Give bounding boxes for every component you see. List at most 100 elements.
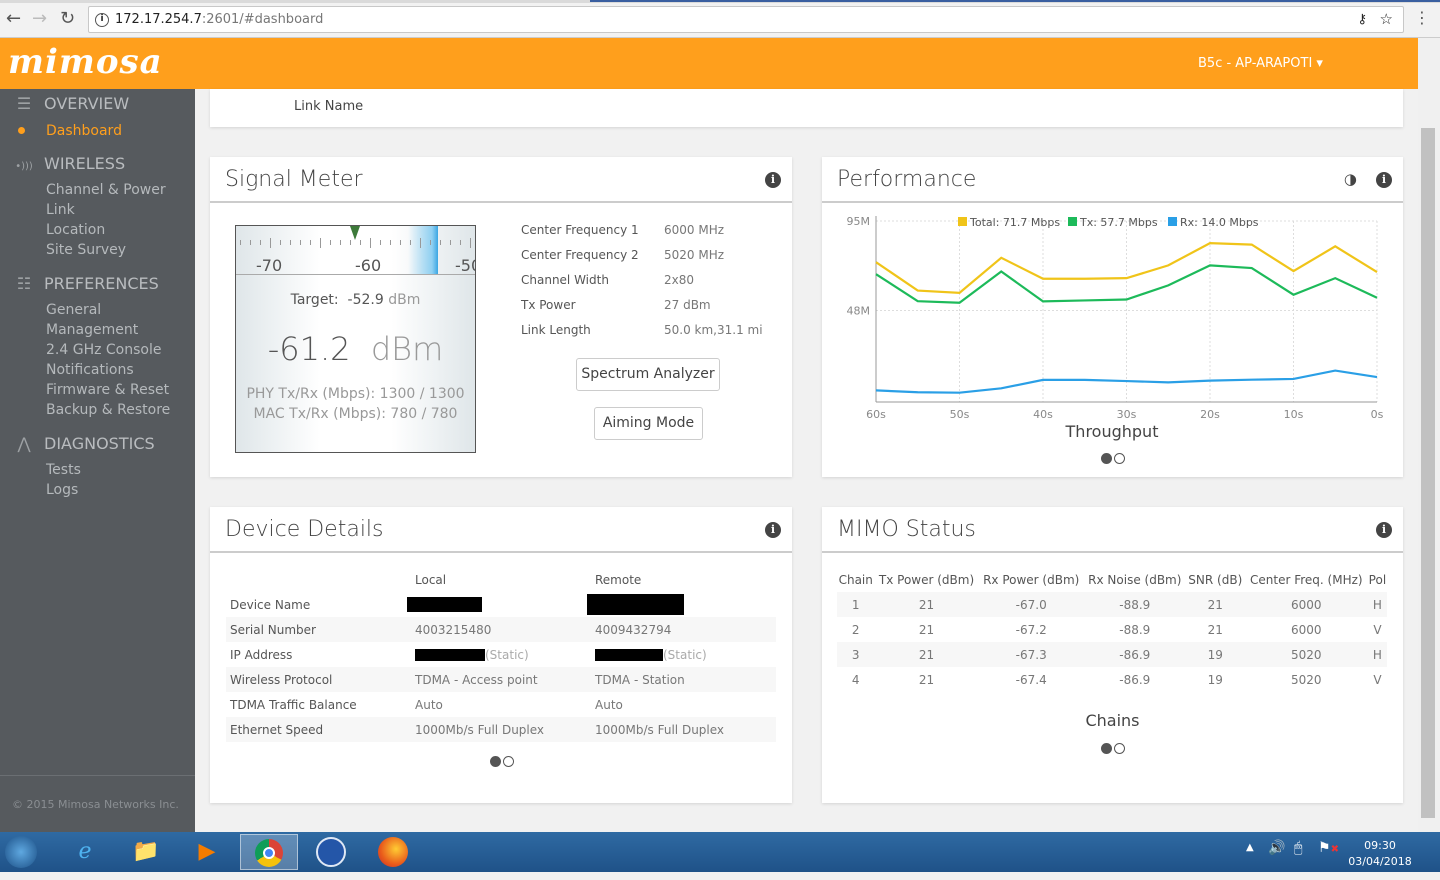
col-local: Local <box>415 572 447 587</box>
sidebar-item[interactable]: Location <box>46 222 105 238</box>
sidebar-item[interactable]: Channel & Power <box>46 182 166 198</box>
info-icon[interactable]: i <box>1376 172 1392 188</box>
column-header: Chain <box>838 572 873 587</box>
signal-gauge: -70 -60 -50 Target: -52.9 dBm -61.2 dBm … <box>235 225 476 453</box>
tray-arrow-icon[interactable]: ▲ <box>1246 842 1254 853</box>
reload-icon[interactable]: ↻ <box>60 8 75 29</box>
info-value: 6000 MHz <box>664 223 725 237</box>
row-label: Serial Number <box>226 617 415 642</box>
back-icon[interactable]: ← <box>6 8 21 29</box>
aiming-mode-button[interactable]: Aiming Mode <box>594 407 703 440</box>
device-table: Local Remote Device Name Serial Number 4003… <box>226 567 776 742</box>
scale-tick <box>390 240 391 245</box>
cell: -67.0 <box>978 592 1084 617</box>
target-label: Target: <box>290 292 339 308</box>
sidebar-section-label: OVERVIEW <box>44 94 130 113</box>
sidebar-item[interactable]: Link <box>46 202 75 218</box>
sidebar-item[interactable]: Tests <box>46 462 81 478</box>
scale-label: -70 <box>256 256 283 275</box>
pulse-icon: ⋀ <box>17 434 31 453</box>
device-dropdown[interactable]: B5c - AP-ARAPOTI ▾ <box>1198 56 1323 71</box>
sidebar-item[interactable]: General <box>46 302 101 318</box>
file-explorer-icon[interactable]: 📁 <box>117 834 175 870</box>
sidebar-section-preferences[interactable]: ☷ PREFERENCES <box>12 274 159 293</box>
taskbar: e 📁 ▶ ▲ 🔊 🖱 ⚑✖ 09:30 03/04/2018 <box>0 832 1440 872</box>
firefox-icon[interactable] <box>364 834 422 870</box>
address-bar[interactable]: i 172.17.254.7:2601/#dashboard ⚷ ☆ <box>88 6 1404 33</box>
mimo-caption: Chains <box>1085 711 1140 730</box>
sidebar-item[interactable]: Management <box>46 322 138 338</box>
scale-tick <box>290 240 291 245</box>
throughput-chart: 60s 50s 40s 30s 20s 10s 0s 95M 48M Total: 71.7 Mb… <box>847 215 1384 441</box>
spectrum-analyzer-button[interactable]: Spectrum Analyzer <box>576 358 720 391</box>
sidebar-section-wireless[interactable]: •))) WIRELESS <box>12 154 125 173</box>
sidebar-section-overview[interactable]: ☰ OVERVIEW <box>12 94 129 113</box>
mimosa-logo[interactable]: mimosa <box>8 42 163 82</box>
table-row: Wireless Protocol TDMA - Access point TDMA… <box>226 667 776 692</box>
signal-readout: -61.2 dBm <box>236 330 475 368</box>
volume-icon[interactable]: 🔊 <box>1268 840 1285 856</box>
page-dot[interactable] <box>503 756 514 767</box>
sidebar-section-diagnostics[interactable]: ⋀ DIAGNOSTICS <box>12 434 154 453</box>
row-label: Wireless Protocol <box>226 667 415 692</box>
menu-icon[interactable]: ⋮ <box>1414 8 1430 27</box>
page-dot[interactable] <box>1114 743 1125 754</box>
legend-label: Tx: 57.7 Mbps <box>1079 216 1158 229</box>
column-header: SNR (dB) <box>1188 572 1243 587</box>
sidebar-section-label: WIRELESS <box>44 154 126 173</box>
page-dot-active[interactable] <box>1101 453 1112 464</box>
panel-title: Signal Meter <box>225 167 363 192</box>
cell: 21 <box>918 672 935 687</box>
key-icon[interactable]: ⚷ <box>1357 7 1367 32</box>
mimo-table: Chain Tx Power (dBm) Rx Power (dBm) Rx Nois… <box>837 567 1387 692</box>
page-dot[interactable] <box>1114 453 1125 464</box>
table-row: IP Address (Static) (Static) <box>226 642 776 667</box>
info-icon[interactable]: i <box>1376 522 1392 538</box>
cell: 1 <box>837 592 875 617</box>
sidebar-item[interactable]: Dashboard <box>46 123 122 139</box>
cell: -67.2 <box>1015 622 1047 637</box>
table-row: 1 21 -67.0 -88.9 21 6000 H <box>837 592 1387 617</box>
scrollbar-thumb[interactable] <box>1421 128 1435 818</box>
x-tick-label: 50s <box>950 408 970 421</box>
page-dot-active[interactable] <box>490 756 501 767</box>
sidebar-item[interactable]: Firmware & Reset <box>46 382 169 398</box>
page-dot-active[interactable] <box>1101 743 1112 754</box>
sidebar-item[interactable]: Backup & Restore <box>46 402 170 418</box>
start-button[interactable] <box>0 834 50 870</box>
network-icon[interactable]: 🖱 <box>1294 840 1302 856</box>
sidebar-item[interactable]: Site Survey <box>46 242 126 258</box>
table-row: TDMA Traffic Balance Auto Auto <box>226 692 776 717</box>
cell: 6000 <box>1244 592 1368 617</box>
scale-tick <box>440 240 441 245</box>
scale-tick <box>460 240 461 245</box>
scale-tick <box>250 240 251 245</box>
star-icon[interactable]: ☆ <box>1380 7 1393 32</box>
pager[interactable] <box>1100 453 1126 464</box>
panel-title: Performance <box>837 167 977 192</box>
sidebar-item[interactable]: Notifications <box>46 362 134 378</box>
sidebar-item[interactable]: Logs <box>46 482 78 498</box>
internet-explorer-icon[interactable]: e <box>56 834 114 870</box>
chrome-icon[interactable] <box>240 834 298 870</box>
info-icon[interactable]: i <box>765 172 781 188</box>
cell: -86.9 <box>1119 672 1151 687</box>
scale-tick <box>400 240 401 245</box>
media-player-icon[interactable]: ▶ <box>178 834 236 870</box>
signal-value: -61.2 <box>267 330 351 368</box>
action-center-icon[interactable]: ⚑✖ <box>1318 840 1339 856</box>
sidebar-section-label: PREFERENCES <box>44 274 159 293</box>
winbox-icon[interactable] <box>302 834 360 870</box>
sidebar-item[interactable]: 2.4 GHz Console <box>46 342 161 358</box>
info-icon[interactable]: i <box>765 522 781 538</box>
clock[interactable]: 09:30 03/04/2018 <box>1340 838 1420 870</box>
pager[interactable] <box>489 756 515 767</box>
info-icon[interactable]: i <box>95 13 109 27</box>
speedometer-icon[interactable]: ◑ <box>1344 170 1357 188</box>
row-label: TDMA Traffic Balance <box>230 697 357 712</box>
scale-tick <box>300 240 301 245</box>
pager[interactable] <box>1100 743 1126 754</box>
info-label: Center Frequency 1 <box>521 223 639 237</box>
table-row: Device Name <box>226 592 776 617</box>
forward-icon[interactable]: → <box>32 8 47 29</box>
